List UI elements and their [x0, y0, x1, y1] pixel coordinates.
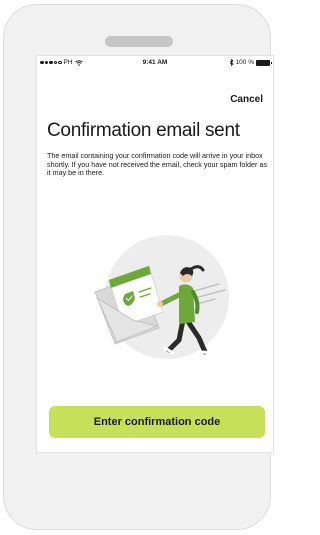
- status-bar: PH 9:41 AM 100 %: [37, 56, 273, 70]
- battery-icon: [256, 59, 272, 66]
- bluetooth-icon: [229, 59, 234, 66]
- person-running-with-envelope-icon: [94, 235, 229, 359]
- description-text: The email containing your confirmation c…: [47, 151, 267, 178]
- cancel-button[interactable]: Cancel: [230, 94, 263, 105]
- status-right: 100 %: [229, 59, 272, 66]
- battery-percent: 100 %: [235, 59, 254, 66]
- page-title: Confirmation email sent: [47, 120, 240, 141]
- enter-confirmation-code-button[interactable]: Enter confirmation code: [49, 406, 265, 438]
- app-screen: PH 9:41 AM 100 % Cancel Confirmation ema…: [36, 55, 274, 453]
- speaker-grille: [105, 36, 173, 47]
